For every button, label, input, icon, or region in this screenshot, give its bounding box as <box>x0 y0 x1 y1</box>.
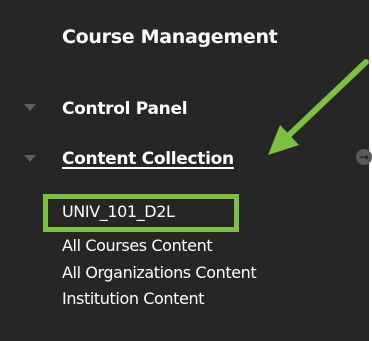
arrow-icon <box>268 59 369 155</box>
